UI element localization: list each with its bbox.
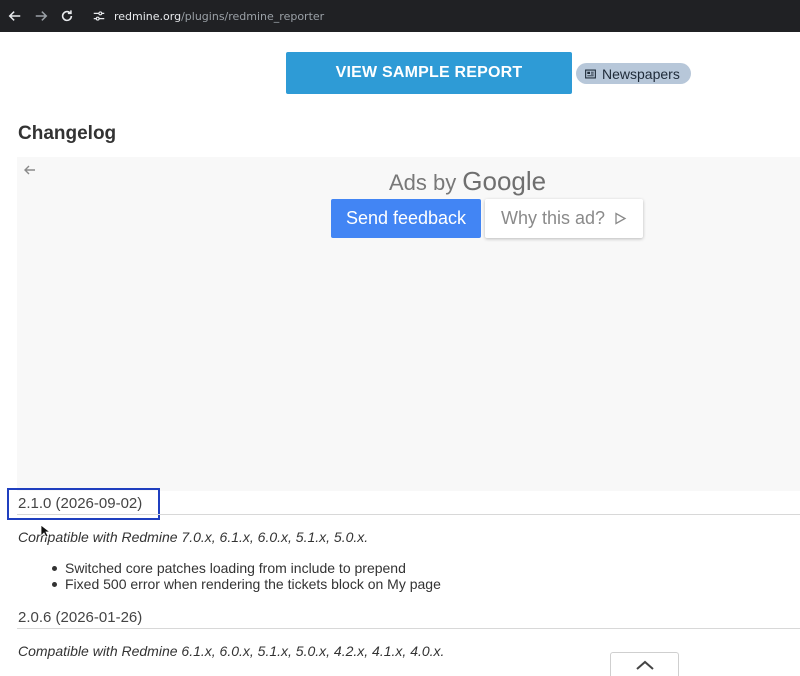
newspapers-tag[interactable]: Newspapers [576,63,691,84]
site-info-icon[interactable] [92,9,106,23]
google-logo-text: Google [462,166,547,196]
chevron-up-icon [635,660,654,670]
release-version-title: 2.0.6 (2026-01-26) [18,609,143,626]
newspaper-icon [585,69,596,78]
url-path: /plugins/redmine_reporter [181,9,325,23]
forward-button[interactable] [30,5,52,27]
why-this-ad-button[interactable]: Why this ad? [485,199,643,238]
tag-label: Newspapers [602,65,680,82]
divider [17,628,800,629]
browser-toolbar: redmine.org/plugins/redmine_reporter [0,0,800,32]
changelog-heading: Changelog [18,123,117,144]
arrow-right-icon [35,11,48,21]
focus-highlight [7,488,160,520]
list-item: Fixed 500 error when rendering the ticke… [52,576,441,592]
scroll-to-top-button[interactable] [610,652,679,676]
release-compat-text: Compatible with Redmine 6.1.x, 6.0.x, 5.… [18,643,445,659]
view-sample-report-button[interactable]: VIEW SAMPLE REPORT [286,52,572,94]
list-item: Switched core patches loading from inclu… [52,560,441,576]
reload-icon [61,10,73,22]
ads-by-label: Ads by [389,170,457,195]
url-domain: redmine.org [114,9,182,23]
reload-button[interactable] [56,5,78,27]
release-changes-list: Switched core patches loading from inclu… [52,560,441,592]
ad-back-icon[interactable] [23,163,37,177]
address-bar[interactable]: redmine.org/plugins/redmine_reporter [92,9,324,23]
adchoices-icon [615,212,627,225]
release-compat-text: Compatible with Redmine 7.0.x, 6.1.x, 6.… [18,529,369,545]
ads-by-google: Ads by Google [389,166,546,197]
back-button[interactable] [4,5,26,27]
arrow-left-icon [8,11,21,21]
divider [17,514,800,515]
why-this-ad-label: Why this ad? [500,208,606,228]
mouse-cursor-icon [40,524,50,538]
send-feedback-button[interactable]: Send feedback [331,199,481,238]
